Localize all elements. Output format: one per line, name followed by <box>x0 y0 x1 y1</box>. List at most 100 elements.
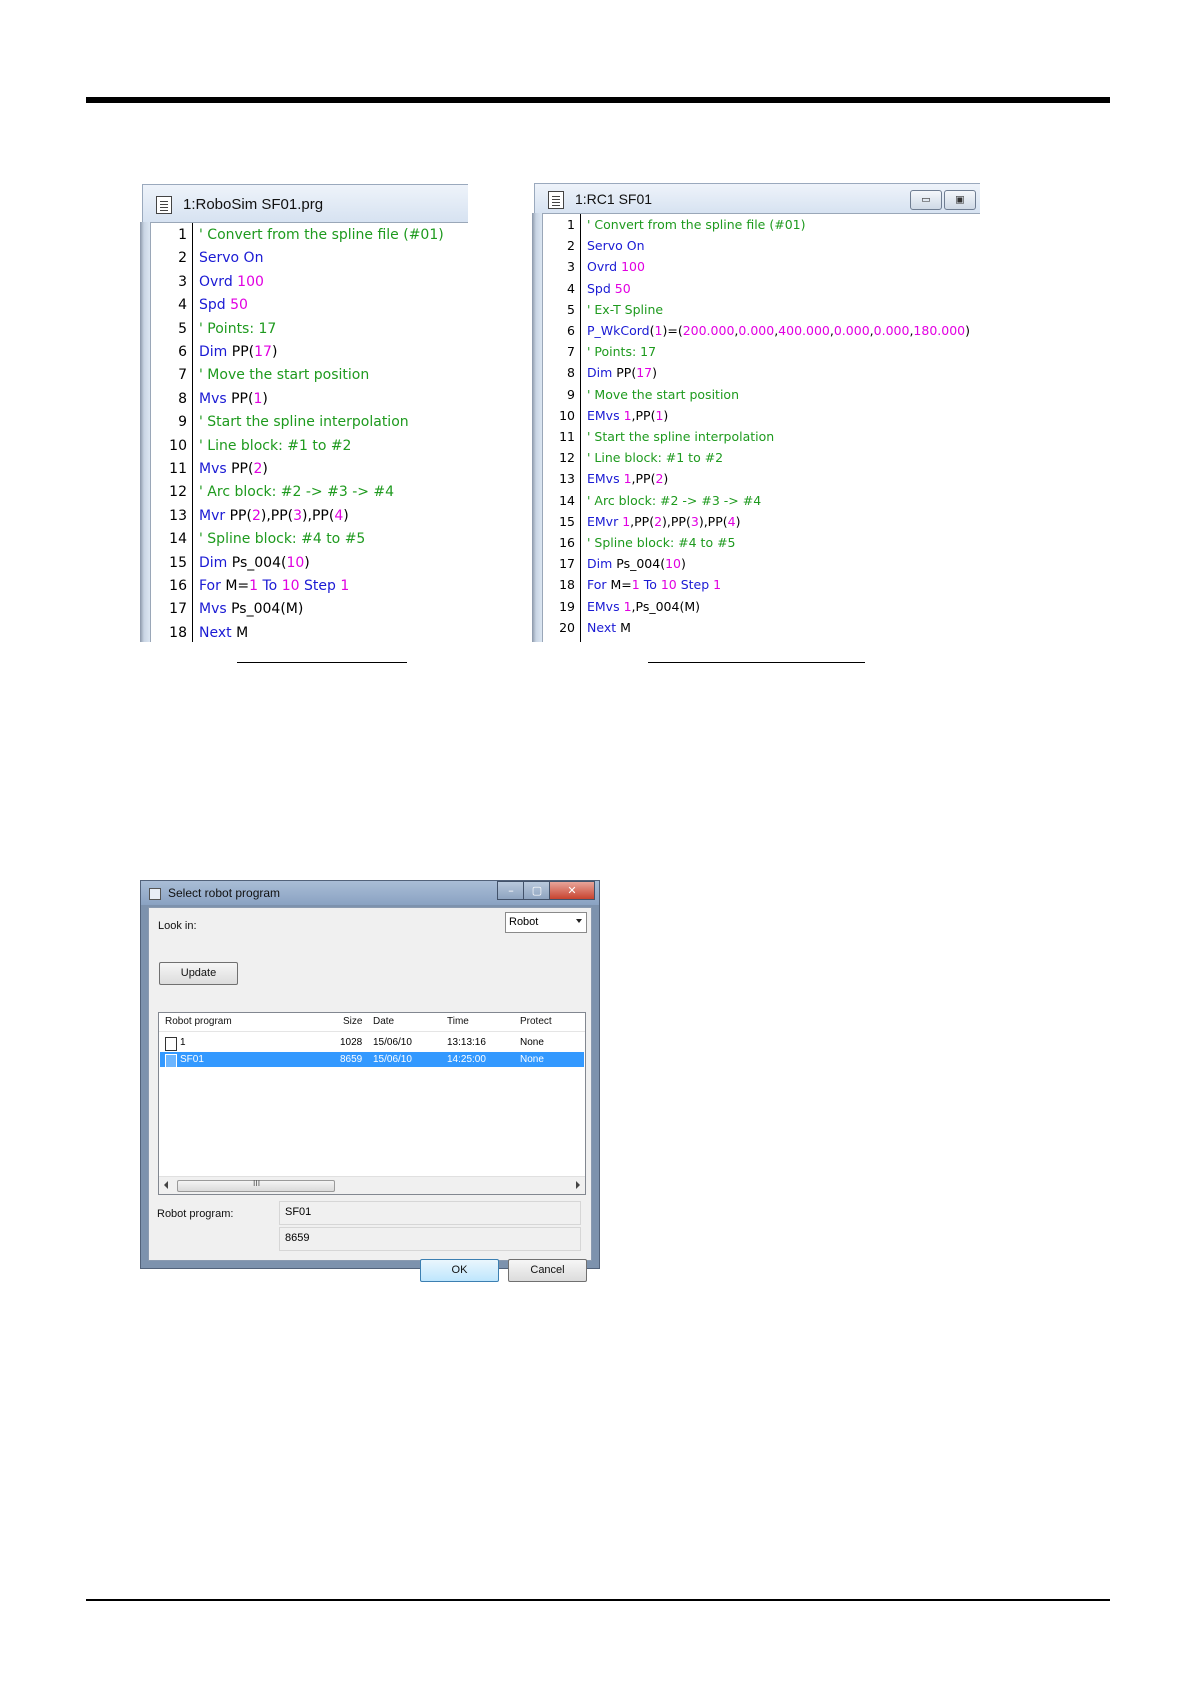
code-token-txt: ) <box>271 344 278 360</box>
dialog-maximize-button[interactable]: ▢ <box>523 881 551 900</box>
code-line[interactable]: 1 ' Convert from the spline file (#01) <box>543 217 980 238</box>
code-token-num: 100 <box>621 259 645 275</box>
list-item-selected[interactable]: SF01 8659 15/06/10 14:25:00 None <box>160 1052 584 1068</box>
code-line[interactable]: 14 ' Spline block: #4 to #5 <box>151 531 468 554</box>
line-number: 4 <box>178 297 187 314</box>
code-line[interactable]: 1 ' Convert from the spline file (#01) <box>151 227 468 250</box>
code-line[interactable]: 17 Dim Ps_004(10) <box>543 556 980 577</box>
code-line[interactable]: 6 Dim PP(17) <box>151 344 468 367</box>
scroll-right-icon[interactable] <box>576 1181 580 1189</box>
code-line[interactable]: 19 EMvs 1,Ps_004(M) <box>543 599 980 620</box>
code-line[interactable]: 20 Next M <box>543 620 980 641</box>
code-line[interactable]: 10 ' Line block: #1 to #2 <box>151 438 468 461</box>
code-line[interactable]: 12 ' Arc block: #2 -> #3 -> #4 <box>151 484 468 507</box>
scroll-thumb[interactable]: III <box>177 1179 335 1192</box>
right-editor-window[interactable]: 1:RC1 SF01 ▭ ▣ 1 ' Convert from the splin… <box>532 183 980 642</box>
line-number: 11 <box>169 461 187 477</box>
code-line[interactable]: 9 ' Start the spline interpolation <box>151 414 468 437</box>
right-editor-code-area[interactable]: 1 ' Convert from the spline file (#01) 2 Se… <box>542 213 980 642</box>
dialog-minimize-button[interactable]: – <box>497 881 525 900</box>
code-line[interactable]: 16 For M=1 To 10 Step 1 <box>151 578 468 601</box>
right-editor-frame <box>532 213 542 642</box>
ok-button[interactable]: OK <box>420 1259 499 1282</box>
code-token-kw: Ovrd <box>587 259 622 275</box>
document-icon <box>156 196 172 214</box>
code-line[interactable]: 6 P_WkCord(1)=(200.000,0.000,400.000,0.00… <box>543 323 980 344</box>
code-token-cmt: ' Convert from the spline file (#01) <box>199 227 444 243</box>
minimize-button[interactable]: ▭ <box>910 190 942 210</box>
code-line[interactable]: 3 Ovrd 100 <box>151 274 468 297</box>
code-line[interactable]: 11 Mvs PP(2) <box>151 461 468 484</box>
code-line[interactable]: 5 ' Points: 17 <box>151 321 468 344</box>
code-line[interactable]: 18 Next M <box>151 625 468 642</box>
code-line[interactable]: 8 Dim PP(17) <box>543 365 980 386</box>
code-line[interactable]: 7 ' Move the start position <box>151 367 468 390</box>
code-line[interactable]: 3 Ovrd 100 <box>543 259 980 280</box>
code-line[interactable]: 16 ' Spline block: #4 to #5 <box>543 535 980 556</box>
maximize-button[interactable]: ▣ <box>944 190 976 210</box>
code-text: Dim PP(17) <box>199 344 277 360</box>
column-header-protect[interactable]: Protect <box>520 1016 552 1027</box>
left-editor-titlebar[interactable]: 1:RoboSim SF01.prg <box>142 184 468 224</box>
code-line[interactable]: 2 Servo On <box>151 250 468 273</box>
scroll-left-icon[interactable] <box>164 1181 168 1189</box>
code-token-num: 400.000 <box>778 323 830 338</box>
code-line[interactable]: 5 ' Ex-T Spline <box>543 302 980 323</box>
code-line[interactable]: 9 ' Move the start position <box>543 387 980 408</box>
code-line[interactable]: 2 Servo On <box>543 238 980 259</box>
dialog-titlebar[interactable]: Select robot program – ▢ ✕ <box>141 881 599 905</box>
program-name: 1 <box>180 1037 186 1048</box>
column-header-size[interactable]: Size <box>343 1016 362 1027</box>
code-line[interactable]: 15 Dim Ps_004(10) <box>151 555 468 578</box>
code-token-num: 3 <box>293 507 303 524</box>
line-number: 14 <box>169 531 187 548</box>
code-line[interactable]: 17 Mvs Ps_004(M) <box>151 601 468 624</box>
list-item[interactable]: 1 1028 15/06/10 13:13:16 None <box>160 1035 584 1051</box>
cancel-button[interactable]: Cancel <box>508 1259 587 1282</box>
header-rule <box>86 97 1110 103</box>
code-line[interactable]: 13 EMvs 1,PP(2) <box>543 471 980 492</box>
code-line[interactable]: 4 Spd 50 <box>543 281 980 302</box>
look-in-dropdown[interactable]: Robot <box>505 912 587 933</box>
code-token-kw: Servo On <box>587 238 645 254</box>
code-token-cmt: ' Move the start position <box>199 367 370 384</box>
code-text: Next M <box>587 620 631 635</box>
code-line[interactable]: 14 ' Arc block: #2 -> #3 -> #4 <box>543 493 980 514</box>
code-line[interactable]: 8 Mvs PP(1) <box>151 391 468 414</box>
column-header-date[interactable]: Date <box>373 1016 394 1027</box>
code-token-num: 17 <box>636 365 653 381</box>
update-button[interactable]: Update <box>159 962 238 985</box>
code-token-cmt: ' Points: 17 <box>587 344 657 360</box>
line-number: 9 <box>178 414 187 431</box>
code-line[interactable]: 7 ' Points: 17 <box>543 344 980 365</box>
line-number: 15 <box>559 513 575 529</box>
code-line[interactable]: 11 ' Start the spline interpolation <box>543 429 980 450</box>
code-line[interactable]: 4 Spd 50 <box>151 297 468 320</box>
column-header-robot-program[interactable]: Robot program <box>165 1016 232 1027</box>
code-token-txt: ,PP( <box>631 407 656 423</box>
code-token-kw: Mvs <box>199 601 232 618</box>
code-token-kw: Spd <box>587 280 615 296</box>
left-editor-code-area[interactable]: 1 ' Convert from the spline file (#01) 2 Se… <box>150 222 468 642</box>
document-icon <box>548 191 564 209</box>
code-line[interactable]: 18 For M=1 To 10 Step 1 <box>543 577 980 598</box>
line-number: 7 <box>567 344 575 360</box>
line-number: 8 <box>178 390 187 407</box>
code-line[interactable]: 15 EMvr 1,PP(2),PP(3),PP(4) <box>543 514 980 535</box>
line-number: 16 <box>169 578 187 594</box>
right-editor-title: 1:RC1 SF01 <box>575 191 653 207</box>
code-text: For M=1 To 10 Step 1 <box>587 577 721 592</box>
code-line[interactable]: 13 Mvr PP(2),PP(3),PP(4) <box>151 508 468 531</box>
robot-program-field[interactable]: SF01 <box>279 1201 581 1225</box>
code-token-num: 100 <box>237 273 264 290</box>
left-editor-window[interactable]: 1:RoboSim SF01.prg 1 ' Convert from the s… <box>140 184 468 642</box>
dialog-close-button[interactable]: ✕ <box>549 881 595 900</box>
column-header-time[interactable]: Time <box>447 1016 469 1027</box>
code-line[interactable]: 10 EMvs 1,PP(1) <box>543 408 980 429</box>
robot-program-list[interactable]: Robot program Size Date Time Protect 1 1… <box>158 1012 586 1195</box>
horizontal-scrollbar[interactable]: III <box>159 1176 585 1194</box>
code-token-num: 4 <box>334 507 344 524</box>
code-line[interactable]: 12 ' Line block: #1 to #2 <box>543 450 980 471</box>
right-editor-titlebar[interactable]: 1:RC1 SF01 ▭ ▣ <box>534 183 980 215</box>
select-robot-program-dialog[interactable]: Select robot program – ▢ ✕ Look in: Robo… <box>140 880 600 1282</box>
